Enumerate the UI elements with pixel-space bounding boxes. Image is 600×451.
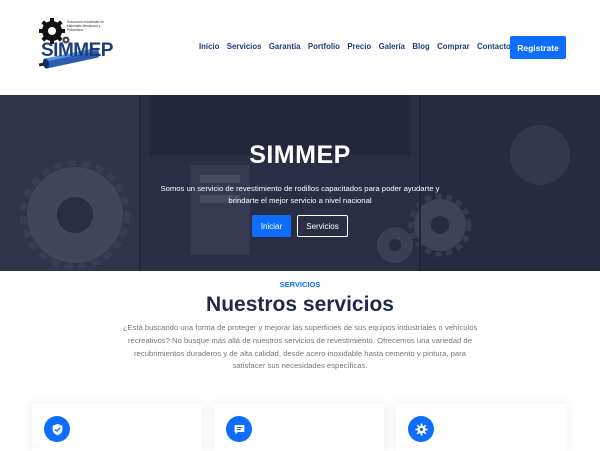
- nav-item-blog[interactable]: Blog: [412, 40, 429, 54]
- logo-tagline: Soluciones Industriales en Materiales Me…: [67, 20, 105, 32]
- hero-title: SIMMEP: [249, 141, 351, 169]
- nav-item-contacto[interactable]: Contacto: [477, 40, 511, 54]
- gear-icon: [408, 416, 434, 442]
- service-card[interactable]: [214, 404, 384, 451]
- nav-item-galeria[interactable]: Galería: [379, 40, 405, 54]
- main-nav: Inicio Servicios Garantía Portfolio Prec…: [199, 40, 518, 54]
- services-button[interactable]: Servicios: [297, 215, 348, 237]
- nav-item-inicio[interactable]: Inicio: [199, 40, 219, 54]
- nav-item-portfolio[interactable]: Portfolio: [308, 40, 340, 54]
- service-card[interactable]: [396, 404, 566, 451]
- nav-item-precio[interactable]: Precio: [347, 40, 371, 54]
- start-button[interactable]: Iniciar: [252, 215, 291, 237]
- services-section-description: ¿Está buscando una forma de proteger y m…: [122, 323, 478, 371]
- nav-item-comprar[interactable]: Comprar: [437, 40, 470, 54]
- service-card[interactable]: [32, 404, 202, 451]
- logo-brand-text: SIMMEP: [41, 40, 113, 61]
- site-logo[interactable]: Soluciones Industriales en Materiales Me…: [38, 18, 113, 76]
- nav-item-garantia[interactable]: Garantía: [269, 40, 301, 54]
- chat-bubble-icon: [226, 416, 252, 442]
- shield-check-icon: [44, 416, 70, 442]
- hero-section: SIMMEP Somos un servicio de revestimient…: [0, 95, 600, 271]
- services-section-label: SERVICIOS: [279, 280, 321, 289]
- services-section-title: Nuestros servicios: [206, 293, 394, 316]
- hero-subtitle: Somos un servicio de revestimiento de ro…: [160, 184, 440, 205]
- site-header: Soluciones Industriales en Materiales Me…: [0, 0, 600, 95]
- register-button[interactable]: Registrate: [510, 36, 566, 59]
- nav-item-servicios[interactable]: Servicios: [227, 40, 262, 54]
